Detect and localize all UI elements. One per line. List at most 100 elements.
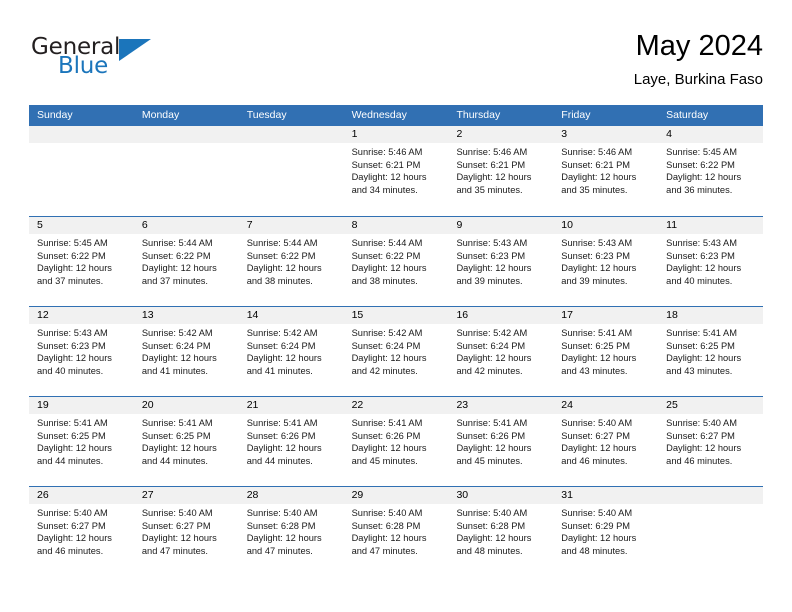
daylight-text-line2: and 48 minutes. (456, 545, 523, 556)
daylight-text-line1: Daylight: 12 hours (561, 172, 637, 183)
daylight-text-line2: and 37 minutes. (37, 275, 104, 286)
day-number-band: 8 (343, 217, 449, 234)
day-cell[interactable]: 5 Sunrise: 5:45 AM Sunset: 6:22 PM Daylight… (29, 217, 134, 306)
daylight-text-line1: Daylight: 12 hours (141, 533, 217, 544)
day-cell[interactable]: 31 Sunrise: 5:40 AM Sunset: 6:29 PM Dayligh… (553, 487, 659, 576)
daylight-text-line1: Daylight: 12 hours (37, 443, 112, 454)
sunset-text: Sunset: 6:25 PM (561, 340, 631, 351)
sunrise-text: Sunrise: 5:45 AM (37, 238, 108, 248)
day-number: 6 (141, 219, 148, 231)
day-cell[interactable]: 26 Sunrise: 5:40 AM Sunset: 6:27 PM Dayligh… (29, 487, 134, 576)
page-header: General Blue May 2024 Laye, Burkina Faso (29, 28, 763, 96)
day-cell[interactable]: 25 Sunrise: 5:40 AM Sunset: 6:27 PM Dayligh… (658, 397, 764, 486)
week-row: 12 Sunrise: 5:43 AM Sunset: 6:23 PM Dayligh… (29, 306, 764, 396)
daylight-text-line1: Daylight: 12 hours (561, 533, 637, 544)
daylight-text-line2: and 36 minutes. (666, 184, 733, 195)
day-number: 8 (351, 219, 358, 231)
daylight-text-line2: and 38 minutes. (351, 275, 418, 286)
day-number: 23 (456, 399, 469, 411)
weekday-header-sunday: Sunday (37, 109, 73, 121)
day-cell[interactable]: 27 Sunrise: 5:40 AM Sunset: 6:27 PM Dayligh… (133, 487, 239, 576)
week-row: 1 Sunrise: 5:46 AM Sunset: 6:21 PM Daylight… (29, 126, 764, 216)
daylight-text-line1: Daylight: 12 hours (561, 263, 637, 274)
general-blue-logo[interactable]: General Blue (29, 34, 179, 90)
day-number-band: 31 (553, 487, 659, 504)
day-cell-empty (29, 126, 134, 216)
day-cell[interactable]: 23 Sunrise: 5:41 AM Sunset: 6:26 PM Dayligh… (448, 397, 554, 486)
daylight-text-line2: and 47 minutes. (351, 545, 418, 556)
day-details: Sunrise: 5:45 AM Sunset: 6:22 PM Daylight:… (29, 234, 134, 287)
day-number-band (29, 126, 134, 143)
day-cell[interactable]: 10 Sunrise: 5:43 AM Sunset: 6:23 PM Dayligh… (553, 217, 659, 306)
sunset-text: Sunset: 6:28 PM (246, 520, 316, 531)
day-cell[interactable]: 18 Sunrise: 5:41 AM Sunset: 6:25 PM Dayligh… (658, 307, 764, 396)
day-cell[interactable]: 20 Sunrise: 5:41 AM Sunset: 6:25 PM Dayligh… (133, 397, 239, 486)
daylight-text-line1: Daylight: 12 hours (456, 263, 532, 274)
day-number-band: 10 (553, 217, 659, 234)
daylight-text-line1: Daylight: 12 hours (351, 263, 427, 274)
daylight-text-line2: and 46 minutes. (666, 455, 733, 466)
day-cell[interactable]: 24 Sunrise: 5:40 AM Sunset: 6:27 PM Dayligh… (553, 397, 659, 486)
sunrise-text: Sunrise: 5:40 AM (37, 508, 108, 518)
day-cell[interactable]: 29 Sunrise: 5:40 AM Sunset: 6:28 PM Dayligh… (343, 487, 449, 576)
day-number: 7 (246, 219, 253, 231)
sunrise-text: Sunrise: 5:46 AM (561, 147, 633, 157)
day-number: 27 (141, 489, 154, 501)
day-number-band: 2 (448, 126, 554, 143)
day-number: 22 (351, 399, 364, 411)
day-cell[interactable]: 6 Sunrise: 5:44 AM Sunset: 6:22 PM Daylight… (133, 217, 239, 306)
day-number-band: 29 (343, 487, 449, 504)
daylight-text-line1: Daylight: 12 hours (37, 353, 112, 364)
day-number-band: 11 (658, 217, 764, 234)
day-cell[interactable]: 1 Sunrise: 5:46 AM Sunset: 6:21 PM Daylight… (343, 126, 449, 216)
sunrise-text: Sunrise: 5:42 AM (351, 328, 423, 338)
day-details: Sunrise: 5:42 AM Sunset: 6:24 PM Daylight:… (448, 324, 553, 377)
sunset-text: Sunset: 6:24 PM (456, 340, 526, 351)
day-number-band: 24 (553, 397, 659, 414)
day-cell[interactable]: 2 Sunrise: 5:46 AM Sunset: 6:21 PM Daylight… (448, 126, 554, 216)
day-number: 5 (37, 219, 43, 231)
sunset-text: Sunset: 6:25 PM (37, 430, 106, 441)
day-cell[interactable]: 22 Sunrise: 5:41 AM Sunset: 6:26 PM Dayligh… (343, 397, 449, 486)
day-cell[interactable]: 19 Sunrise: 5:41 AM Sunset: 6:25 PM Dayligh… (29, 397, 134, 486)
day-cell[interactable]: 16 Sunrise: 5:42 AM Sunset: 6:24 PM Dayligh… (448, 307, 554, 396)
daylight-text-line2: and 43 minutes. (666, 365, 733, 376)
day-cell[interactable]: 3 Sunrise: 5:46 AM Sunset: 6:21 PM Daylight… (553, 126, 659, 216)
day-number-band (133, 126, 239, 143)
day-details: Sunrise: 5:41 AM Sunset: 6:26 PM Daylight:… (239, 414, 344, 467)
day-details: Sunrise: 5:41 AM Sunset: 6:26 PM Daylight:… (448, 414, 553, 467)
day-number: 9 (456, 219, 463, 231)
daylight-text-line2: and 41 minutes. (246, 365, 313, 376)
day-cell[interactable]: 28 Sunrise: 5:40 AM Sunset: 6:28 PM Dayligh… (238, 487, 344, 576)
day-details: Sunrise: 5:40 AM Sunset: 6:28 PM Daylight:… (344, 504, 449, 557)
day-details: Sunrise: 5:46 AM Sunset: 6:21 PM Daylight:… (553, 143, 658, 196)
daylight-text-line2: and 43 minutes. (561, 365, 628, 376)
day-cell[interactable]: 17 Sunrise: 5:41 AM Sunset: 6:25 PM Dayligh… (553, 307, 659, 396)
sunset-text: Sunset: 6:27 PM (666, 430, 735, 441)
sunset-text: Sunset: 6:23 PM (456, 250, 526, 261)
day-cell[interactable]: 12 Sunrise: 5:43 AM Sunset: 6:23 PM Dayligh… (29, 307, 134, 396)
day-number-band: 1 (343, 126, 449, 143)
day-cell[interactable]: 21 Sunrise: 5:41 AM Sunset: 6:26 PM Dayligh… (238, 397, 344, 486)
day-number-band: 7 (238, 217, 344, 234)
day-cell[interactable]: 14 Sunrise: 5:42 AM Sunset: 6:24 PM Dayligh… (238, 307, 344, 396)
day-cell[interactable]: 11 Sunrise: 5:43 AM Sunset: 6:23 PM Dayligh… (658, 217, 764, 306)
sunset-text: Sunset: 6:25 PM (666, 340, 735, 351)
day-cell[interactable]: 15 Sunrise: 5:42 AM Sunset: 6:24 PM Dayligh… (343, 307, 449, 396)
sunrise-text: Sunrise: 5:44 AM (351, 238, 423, 248)
day-cell-empty (133, 126, 239, 216)
daylight-text-line1: Daylight: 12 hours (141, 443, 217, 454)
day-cell[interactable]: 7 Sunrise: 5:44 AM Sunset: 6:22 PM Daylight… (238, 217, 344, 306)
daylight-text-line1: Daylight: 12 hours (37, 533, 112, 544)
day-number: 1 (351, 128, 358, 140)
day-cell[interactable]: 8 Sunrise: 5:44 AM Sunset: 6:22 PM Daylight… (343, 217, 449, 306)
day-details: Sunrise: 5:42 AM Sunset: 6:24 PM Daylight:… (239, 324, 344, 377)
day-details: Sunrise: 5:41 AM Sunset: 6:25 PM Daylight:… (553, 324, 658, 377)
daylight-text-line1: Daylight: 12 hours (246, 353, 322, 364)
logo-triangle-icon (119, 39, 151, 61)
day-cell[interactable]: 30 Sunrise: 5:40 AM Sunset: 6:28 PM Dayligh… (448, 487, 554, 576)
day-cell[interactable]: 9 Sunrise: 5:43 AM Sunset: 6:23 PM Daylight… (448, 217, 554, 306)
sunset-text: Sunset: 6:23 PM (561, 250, 631, 261)
day-cell[interactable]: 13 Sunrise: 5:42 AM Sunset: 6:24 PM Dayligh… (133, 307, 239, 396)
day-cell[interactable]: 4 Sunrise: 5:45 AM Sunset: 6:22 PM Daylight… (658, 126, 764, 216)
